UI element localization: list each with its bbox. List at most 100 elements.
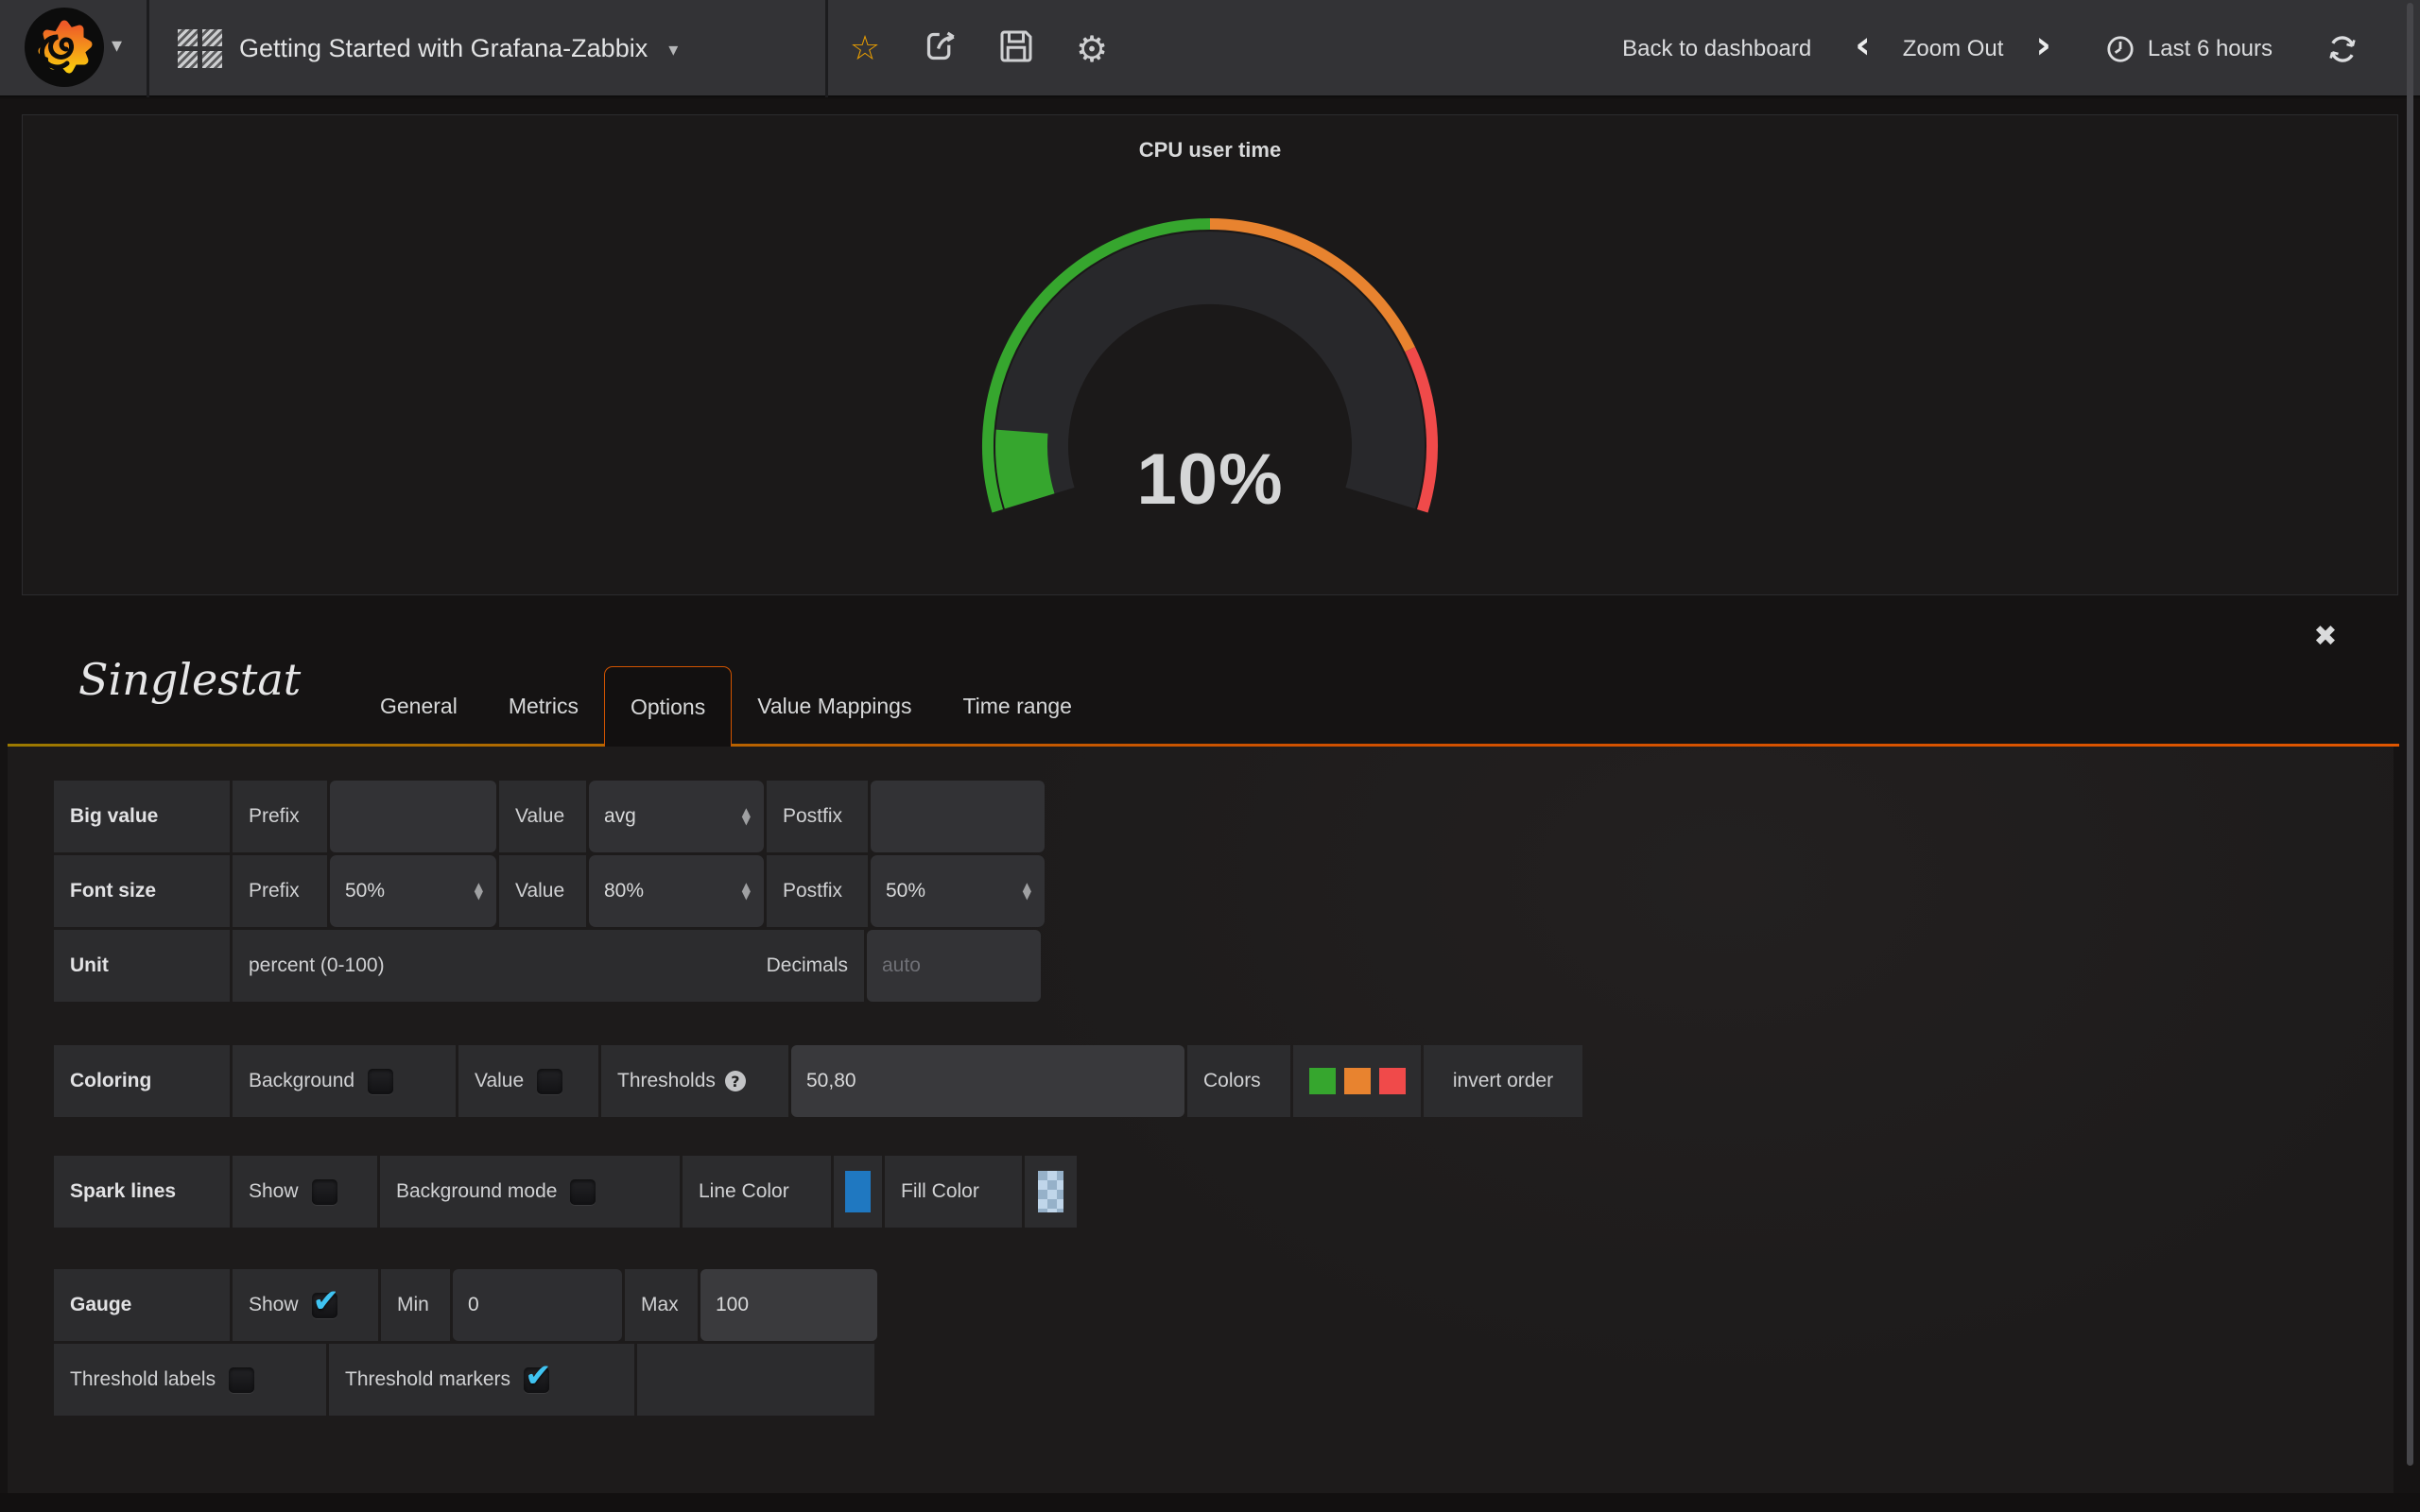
threshold-labels-label: Threshold labels: [70, 1368, 216, 1391]
dashboard-title: Getting Started with Grafana-Zabbix: [239, 34, 648, 63]
line-color-swatch[interactable]: [845, 1171, 871, 1212]
threshold-labels-checkbox[interactable]: [229, 1367, 254, 1393]
coloring-background-checkbox[interactable]: [368, 1069, 393, 1094]
prefix-label: Prefix: [249, 805, 300, 828]
colors-label: Colors: [1203, 1070, 1261, 1092]
big-value-label: Big value: [70, 805, 158, 828]
grafana-menu[interactable]: ▾: [0, 0, 149, 97]
gear-icon: ⚙: [1076, 28, 1108, 70]
star-icon: ☆: [850, 29, 880, 68]
postfix-label: Postfix: [783, 805, 842, 828]
gauge-threshold-row: Threshold labels Threshold markers: [54, 1344, 874, 1416]
close-editor-button[interactable]: ✖: [2305, 616, 2346, 658]
font-size-label: Font size: [70, 880, 156, 902]
title-dropdown-caret-icon: ▾: [668, 38, 678, 60]
save-dashboard-button[interactable]: [993, 27, 1040, 70]
gauge-max-input[interactable]: 100: [700, 1269, 877, 1341]
thresholds-input[interactable]: 50,80: [791, 1045, 1184, 1117]
logo-dropdown-caret-icon: ▾: [112, 34, 122, 58]
back-to-dashboard-button[interactable]: Back to dashboard: [1622, 36, 1811, 62]
select-caret-icon: ▲▼: [1023, 883, 1031, 900]
dashboard-area: CPU user time 10% Singlestat General Met…: [0, 99, 2420, 1512]
time-shift-left-button[interactable]: ‹: [1855, 26, 1870, 64]
select-caret-icon: ▲▼: [742, 808, 751, 825]
coloring-background-label: Background: [249, 1070, 354, 1092]
gauge-label: Gauge: [70, 1294, 131, 1316]
editor-tabs: General Metrics Options Value Mappings T…: [354, 666, 1098, 747]
unit-label: Unit: [70, 954, 109, 977]
star-dashboard-button[interactable]: ☆: [841, 29, 889, 68]
select-caret-icon: ▲▼: [742, 883, 751, 900]
font-postfix-label: Postfix: [783, 880, 842, 902]
time-range-picker[interactable]: Last 6 hours: [2104, 33, 2273, 65]
value-font-size-select[interactable]: 80%▲▼: [589, 855, 764, 927]
gauge-value: 10%: [23, 438, 2397, 521]
big-value-postfix-input[interactable]: [871, 781, 1045, 852]
value-label: Value: [515, 805, 564, 828]
navbar-separator: [825, 0, 828, 97]
big-value-prefix-input[interactable]: [330, 781, 496, 852]
big-value-stat-select[interactable]: avg▲▼: [589, 781, 764, 852]
threshold-color-swatch-red[interactable]: [1379, 1068, 1406, 1094]
page-scrollbar[interactable]: [2407, 3, 2413, 1466]
postfix-font-size-select[interactable]: 50%▲▼: [871, 855, 1045, 927]
decimals-input[interactable]: auto: [867, 930, 1041, 1002]
grafana-logo-icon: [25, 8, 104, 87]
coloring-value-label: Value: [475, 1070, 524, 1092]
threshold-color-swatch-orange[interactable]: [1344, 1068, 1371, 1094]
save-icon: [997, 27, 1035, 65]
gauge-show-checkbox[interactable]: [312, 1293, 337, 1318]
line-color-label: Line Color: [699, 1180, 789, 1203]
unit-value-link[interactable]: percent (0-100): [249, 954, 385, 977]
gauge-min-input[interactable]: 0: [453, 1269, 622, 1341]
empty-cell: [637, 1344, 874, 1416]
gauge-max-label: Max: [641, 1294, 679, 1316]
coloring-label: Coloring: [70, 1070, 151, 1092]
threshold-color-swatch-green[interactable]: [1309, 1068, 1336, 1094]
select-caret-icon: ▲▼: [475, 883, 483, 900]
spark-show-label: Show: [249, 1180, 299, 1203]
font-size-row: Font size Prefix 50%▲▼ Value 80%▲▼ Postf…: [54, 855, 1045, 927]
options-tab-content: Big value Prefix Value avg▲▼ Postfix Fon…: [8, 747, 2394, 1493]
tabs-underline: [8, 744, 2399, 747]
spark-background-mode-checkbox[interactable]: [570, 1179, 596, 1205]
fill-color-swatch[interactable]: [1038, 1171, 1063, 1212]
zoom-out-button[interactable]: Zoom Out: [1903, 36, 2004, 62]
threshold-markers-checkbox[interactable]: [524, 1367, 549, 1393]
unit-row: Unit percent (0-100) Decimals auto: [54, 930, 1041, 1002]
share-icon: [922, 27, 959, 65]
threshold-markers-label: Threshold markers: [345, 1368, 510, 1391]
gauge-row: Gauge Show Min 0 Max 100: [54, 1269, 877, 1341]
dashboard-title-dropdown[interactable]: Getting Started with Grafana-Zabbix ▾: [178, 0, 678, 97]
top-navbar: ▾ Getting Started with Grafana-Zabbix ▾ …: [0, 0, 2420, 97]
font-value-label: Value: [515, 880, 564, 902]
prefix-font-size-select[interactable]: 50%▲▼: [330, 855, 496, 927]
spark-lines-label: Spark lines: [70, 1180, 176, 1203]
dashboard-settings-button[interactable]: ⚙: [1068, 28, 1115, 70]
font-prefix-label: Prefix: [249, 880, 300, 902]
decimals-label: Decimals: [767, 954, 848, 977]
big-value-row: Big value Prefix Value avg▲▼ Postfix: [54, 781, 1045, 852]
thresholds-label: Thresholds: [617, 1070, 716, 1092]
clock-icon: [2104, 33, 2136, 65]
help-question-icon[interactable]: ?: [725, 1071, 746, 1091]
grafana-app: ▾ Getting Started with Grafana-Zabbix ▾ …: [0, 0, 2420, 1512]
tab-general[interactable]: General: [354, 666, 483, 747]
bottom-strip: [0, 1493, 2420, 1512]
spark-show-checkbox[interactable]: [312, 1179, 337, 1205]
time-shift-right-button[interactable]: ›: [2035, 26, 2050, 64]
coloring-value-checkbox[interactable]: [537, 1069, 562, 1094]
gauge-chart: [23, 115, 2397, 594]
tab-value-mappings[interactable]: Value Mappings: [732, 666, 937, 747]
refresh-icon[interactable]: [2325, 32, 2360, 66]
dashboard-grid-icon: [178, 29, 222, 68]
tab-time-range[interactable]: Time range: [937, 666, 1097, 747]
share-dashboard-button[interactable]: [917, 27, 964, 70]
tab-options[interactable]: Options: [604, 666, 732, 747]
panel-type-title: Singlestat: [78, 654, 301, 705]
invert-order-link[interactable]: invert order: [1453, 1070, 1553, 1092]
tab-metrics[interactable]: Metrics: [483, 666, 604, 747]
panel-editor-header: Singlestat General Metrics Options Value…: [0, 595, 2420, 747]
singlestat-panel[interactable]: CPU user time 10%: [22, 114, 2398, 595]
fill-color-label: Fill Color: [901, 1180, 979, 1203]
